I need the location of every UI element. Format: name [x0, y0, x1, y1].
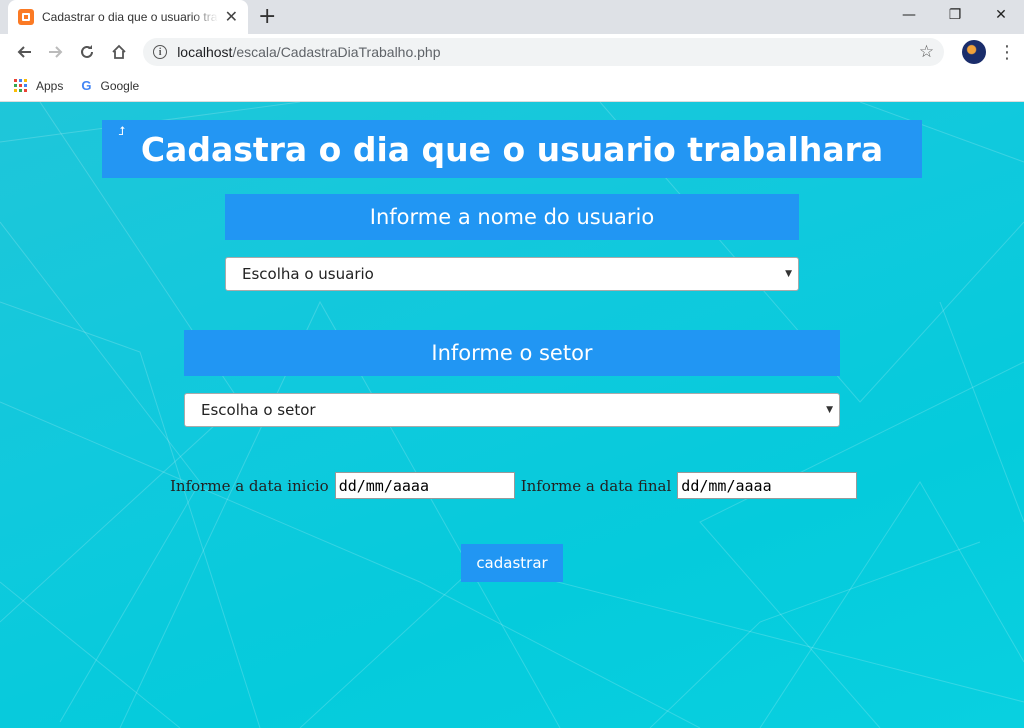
- reload-icon: [81, 45, 94, 58]
- page-title-banner: Cadastra o dia que o usuario trabalhara: [102, 120, 922, 178]
- profile-avatar[interactable]: [962, 40, 986, 64]
- back-button[interactable]: [8, 36, 40, 68]
- google-g-icon: G: [81, 78, 92, 93]
- sector-select[interactable]: Escolha o setor ▼: [184, 393, 840, 427]
- info-icon[interactable]: i: [153, 45, 168, 59]
- apps-grid-icon: [14, 79, 27, 92]
- start-date-label: Informe a data inicio: [170, 476, 329, 495]
- broken-image-icon: ⮥: [118, 124, 126, 138]
- address-bar[interactable]: i localhost/escala/CadastraDiaTrabalho.p…: [143, 38, 945, 66]
- url-text: localhost/escala/CadastraDiaTrabalho.php: [177, 44, 440, 60]
- dropdown-arrow-icon: ▼: [826, 405, 833, 415]
- home-icon: [112, 44, 126, 59]
- end-date-placeholder: dd/mm/aaaa: [681, 476, 772, 495]
- close-window-button[interactable]: ✕: [978, 0, 1024, 30]
- tab-strip: Cadastrar o dia que o usuario trabalhara…: [0, 0, 1024, 34]
- page-title: Cadastra o dia que o usuario trabalhara: [140, 129, 884, 169]
- end-date-label: Informe a data final: [520, 476, 672, 495]
- new-tab-button[interactable]: +: [258, 4, 276, 30]
- arrow-left-icon: [17, 46, 31, 58]
- sector-section-label: Informe o setor: [184, 330, 840, 376]
- user-select-value: Escolha o usuario: [242, 265, 374, 283]
- reload-button[interactable]: [72, 36, 104, 68]
- bookmark-apps[interactable]: Apps: [36, 79, 63, 93]
- browser-tab[interactable]: Cadastrar o dia que o usuario trabalhara…: [8, 0, 248, 34]
- restore-button[interactable]: ❐: [932, 0, 978, 30]
- bookmark-google[interactable]: Google: [100, 79, 139, 93]
- sector-select-value: Escolha o setor: [201, 401, 316, 419]
- tab-close-icon[interactable]: ✕: [225, 9, 238, 25]
- forward-button[interactable]: [40, 36, 72, 68]
- end-date-input[interactable]: dd/mm/aaaa: [677, 472, 858, 499]
- tab-title: Cadastrar o dia que o usuario trabalhara: [42, 10, 218, 24]
- start-date-placeholder: dd/mm/aaaa: [338, 476, 429, 495]
- bookmark-star-icon[interactable]: ☆: [919, 42, 934, 62]
- date-row: Informe a data inicio dd/mm/aaaa Informe…: [170, 472, 863, 499]
- submit-button[interactable]: cadastrar: [461, 544, 563, 582]
- user-select[interactable]: Escolha o usuario ▼: [225, 257, 799, 291]
- xampp-favicon-icon: [18, 9, 34, 25]
- arrow-right-icon: [48, 46, 63, 58]
- user-section-label: Informe a nome do usuario: [225, 194, 799, 240]
- url-host: localhost: [177, 44, 233, 60]
- sector-label-text: Informe o setor: [431, 341, 593, 365]
- home-button[interactable]: [103, 36, 135, 68]
- bookmarks-bar: Apps G Google: [0, 70, 1024, 102]
- menu-dots-icon[interactable]: ⋮: [998, 42, 1016, 63]
- window-controls: — ❐ ✕: [886, 0, 1024, 30]
- page-content: Cadastra o dia que o usuario trabalhara …: [0, 102, 1024, 728]
- browser-toolbar: i localhost/escala/CadastraDiaTrabalho.p…: [0, 34, 1024, 70]
- minimize-button[interactable]: —: [886, 0, 932, 30]
- url-path: /escala/CadastraDiaTrabalho.php: [232, 44, 441, 60]
- dropdown-arrow-icon: ▼: [785, 269, 792, 279]
- start-date-input[interactable]: dd/mm/aaaa: [334, 472, 515, 499]
- user-label-text: Informe a nome do usuario: [369, 205, 655, 229]
